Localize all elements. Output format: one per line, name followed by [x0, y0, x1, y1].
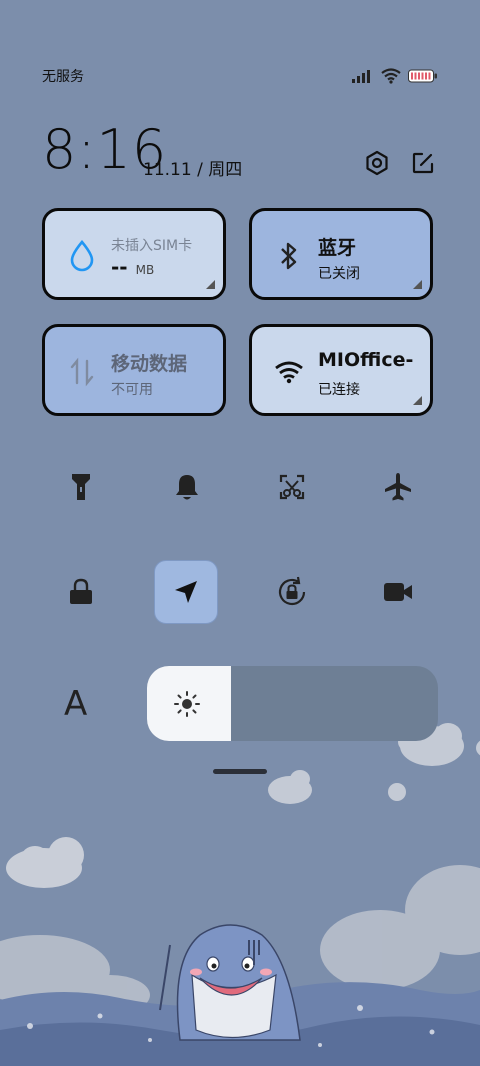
sun-icon	[174, 691, 200, 717]
flashlight-toggle[interactable]	[49, 455, 113, 519]
shark-character	[159, 924, 301, 1041]
expand-corner-icon	[413, 396, 422, 405]
status-icons	[352, 66, 438, 86]
bell-icon	[176, 475, 198, 500]
panel-drag-handle[interactable]	[213, 769, 267, 774]
data-usage-unit: MB	[135, 263, 155, 277]
bluetooth-status: 已关闭	[318, 266, 360, 282]
water-drop-icon	[67, 240, 97, 272]
airplane-toggle[interactable]	[366, 455, 430, 519]
lock-toggle[interactable]	[49, 560, 113, 624]
settings-icon[interactable]	[362, 148, 392, 178]
wifi-icon	[274, 357, 304, 387]
clock-date: 11.11 / 周四	[143, 160, 243, 180]
wifi-network-label: MIOffice-	[318, 349, 414, 371]
airplane-icon	[385, 473, 411, 501]
brightness-slider[interactable]	[147, 666, 438, 741]
bluetooth-label: 蓝牙	[318, 237, 357, 259]
mobile-data-tile[interactable]: 移动数据 不可用	[42, 324, 226, 416]
wifi-icon	[381, 68, 401, 84]
wifi-tile[interactable]: MIOffice- 已连接	[249, 324, 433, 416]
mobile-data-status: 不可用	[111, 382, 153, 398]
battery-icon	[408, 69, 437, 83]
cloud-left	[6, 837, 84, 888]
screen-record-toggle[interactable]	[366, 560, 430, 624]
carrier-status: 无服务	[42, 69, 84, 85]
data-usage-value: --	[111, 255, 128, 279]
data-arrows-icon	[67, 357, 97, 387]
wifi-status: 已连接	[318, 382, 360, 398]
signal-icon	[352, 70, 370, 83]
expand-corner-icon	[413, 280, 422, 289]
rotation-lock-toggle[interactable]	[260, 560, 324, 624]
location-icon	[175, 581, 197, 603]
video-camera-icon	[384, 583, 412, 601]
expand-corner-icon	[206, 280, 215, 289]
screenshot-icon	[279, 474, 305, 500]
data-usage-tile[interactable]: 未插入SIM卡 -- MB	[42, 208, 226, 300]
lock-icon	[70, 578, 92, 604]
rotation-lock-icon	[278, 576, 306, 606]
bluetooth-tile[interactable]: 蓝牙 已关闭	[249, 208, 433, 300]
flashlight-icon	[72, 474, 90, 500]
screenshot-toggle[interactable]	[260, 455, 324, 519]
font-size-button[interactable]: A	[64, 684, 87, 724]
mobile-data-label: 移动数据	[111, 353, 188, 375]
cloud-mid	[268, 770, 312, 804]
edit-icon[interactable]	[408, 148, 438, 178]
bluetooth-icon	[274, 241, 304, 271]
data-usage-label: 未插入SIM卡	[111, 238, 193, 254]
sound-toggle[interactable]	[155, 455, 219, 519]
location-toggle[interactable]	[154, 560, 218, 624]
